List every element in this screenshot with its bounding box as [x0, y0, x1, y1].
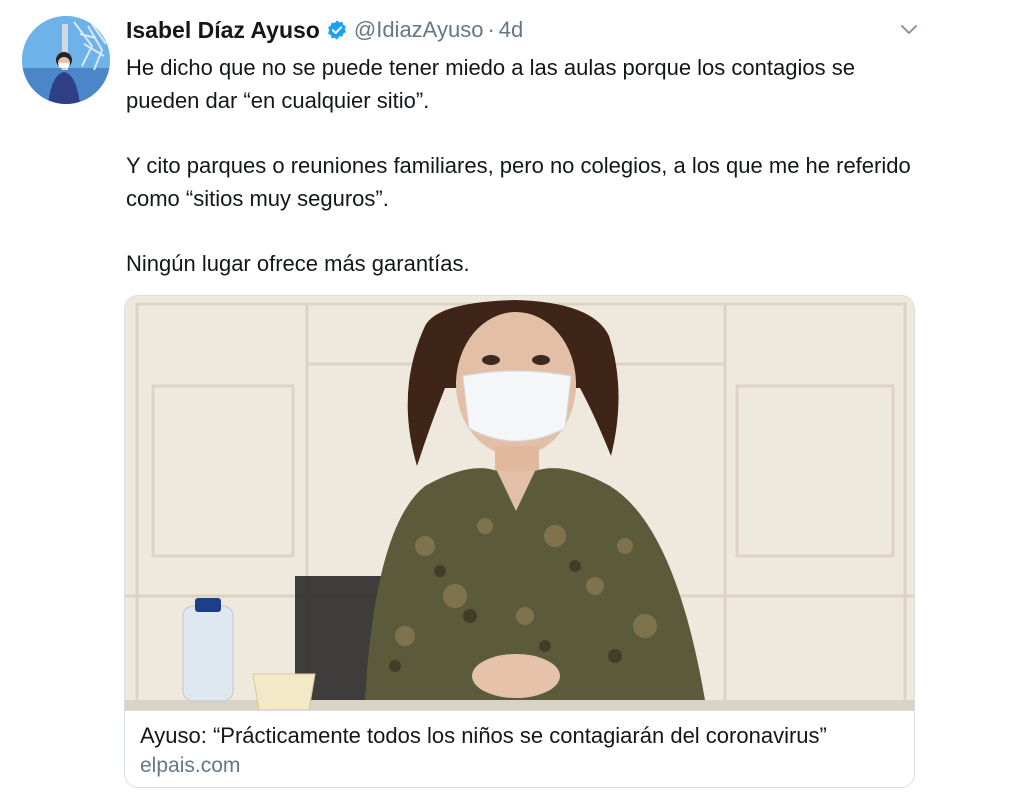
tweet-paragraph: Y cito parques o reuniones familiares, p…	[126, 153, 911, 211]
author-handle[interactable]: @IdiazAyuso	[354, 17, 484, 43]
avatar[interactable]	[22, 16, 110, 104]
verified-badge-icon	[326, 19, 348, 41]
card-image[interactable]	[125, 296, 914, 711]
tweet-paragraph: Ningún lugar ofrece más garantías.	[126, 251, 470, 276]
avatar-photo	[22, 16, 110, 104]
link-preview-card[interactable]: Ayuso: “Prácticamente todos los niños se…	[124, 295, 915, 788]
card-meta[interactable]: Ayuso: “Prácticamente todos los niños se…	[125, 710, 914, 787]
tweet-text: He dicho que no se puede tener miedo a l…	[126, 52, 926, 281]
author-name[interactable]: Isabel Díaz Ayuso	[126, 17, 320, 44]
separator-dot: ·	[487, 17, 495, 42]
tweet-timestamp[interactable]: 4d	[499, 17, 523, 43]
tweet: Isabel Díaz Ayuso @IdiazAyuso · 4d He di…	[0, 0, 1024, 798]
card-domain: elpais.com	[140, 754, 241, 777]
chevron-down-icon[interactable]	[898, 20, 920, 38]
card-photo	[125, 296, 914, 711]
card-title[interactable]: Ayuso: “Prácticamente todos los niños se…	[140, 721, 900, 751]
tweet-paragraph: He dicho que no se puede tener miedo a l…	[126, 55, 855, 113]
tweet-header: Isabel Díaz Ayuso @IdiazAyuso · 4d	[126, 16, 523, 44]
